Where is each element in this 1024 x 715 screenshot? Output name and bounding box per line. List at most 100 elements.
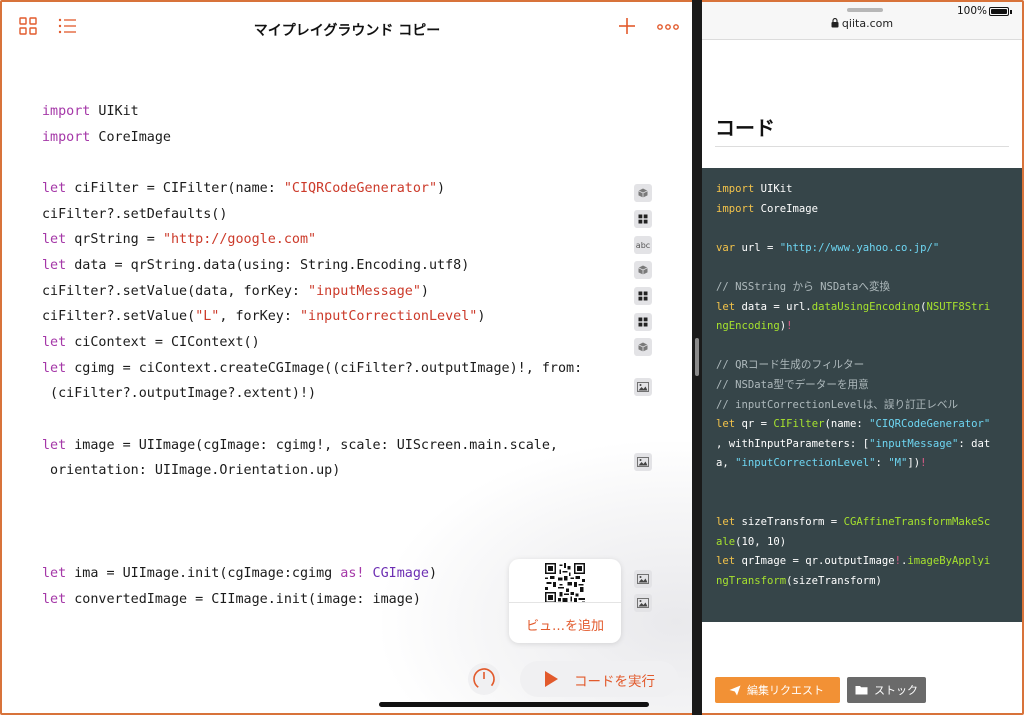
window-grabber[interactable] <box>847 8 883 12</box>
code-token: CoreImage <box>90 130 171 145</box>
snippet-token: var <box>716 241 736 254</box>
code-token: ) <box>437 181 446 196</box>
code-token: let <box>42 361 67 376</box>
split-view-handle[interactable] <box>695 338 699 376</box>
image-result-icon[interactable] <box>634 594 652 612</box>
code-token: as! <box>340 566 365 581</box>
image-result-icon[interactable] <box>634 378 652 396</box>
more-icon[interactable] <box>656 16 680 38</box>
code-token: let <box>42 258 67 273</box>
code-token: import <box>42 130 91 145</box>
code-line[interactable]: let ciFilter = CIFilter(name: "CIQRCodeG… <box>42 179 445 199</box>
snippet-line: , withInputParameters: ["inputMessage": … <box>716 435 990 454</box>
code-line[interactable]: let image = UIImage(cgImage: cgimg!, sca… <box>42 436 558 456</box>
snippet-line: // NSString から NSDataへ変換 <box>716 278 890 297</box>
snippet-token: "http://www.yahoo.co.jp/" <box>779 241 940 254</box>
code-line[interactable]: let convertedImage = CIImage.init(image:… <box>42 590 421 610</box>
article-code-block[interactable]: import UIKit import CoreImage var url = "h… <box>702 168 1022 622</box>
code-token: let <box>42 335 67 350</box>
add-view-button[interactable]: ビュ…を追加 <box>509 615 621 634</box>
code-token: image = UIImage(cgImage: cgimg!, scale: … <box>66 438 558 453</box>
snippet-token: "CIQRCodeGenerator" <box>869 418 991 431</box>
home-indicator <box>379 702 649 707</box>
snippet-token: // inputCorrectionLevelは、誤り訂正レベル <box>716 398 959 411</box>
snippet-line: var url = "http://www.yahoo.co.jp/" <box>716 239 939 258</box>
snippet-token: import <box>716 183 755 195</box>
run-code-button[interactable]: コードを実行 <box>520 661 678 697</box>
plus-icon[interactable] <box>617 16 639 38</box>
snippet-token: // NSData型でデーターを用意 <box>716 379 869 391</box>
snippet-token: (name: <box>824 418 870 431</box>
code-line[interactable]: orientation: UIImage.Orientation.up) <box>42 461 340 481</box>
snippet-token: (10, 10) <box>735 535 787 548</box>
section-heading: コード <box>715 116 775 140</box>
cube-icon[interactable] <box>634 184 652 202</box>
snippet-token: (sizeTransform) <box>786 575 882 587</box>
speed-gauge-button[interactable] <box>468 663 500 695</box>
view-popover[interactable]: ビュ…を追加 <box>509 559 621 643</box>
code-line[interactable]: import CoreImage <box>42 128 171 148</box>
code-token: ciFilter?.setValue( <box>42 309 196 324</box>
snippet-token: CoreImage <box>754 202 819 215</box>
grid-result-icon[interactable] <box>634 210 652 228</box>
snippet-token: let <box>716 555 736 568</box>
text-result-icon[interactable]: abc <box>634 236 652 254</box>
code-token: ) <box>477 309 486 324</box>
code-line[interactable]: let ima = UIImage.init(cgImage:cgimg as!… <box>42 564 437 584</box>
playground-pane: マイプレイグラウンド コピー import UIKit import CoreIm… <box>2 2 692 713</box>
play-icon <box>545 671 558 687</box>
edit-request-button[interactable]: 編集リクエスト <box>715 677 840 703</box>
address-bar[interactable]: qiita.com <box>702 17 1022 30</box>
stock-button[interactable]: ストック <box>847 677 926 703</box>
grid-result-icon[interactable] <box>634 313 652 331</box>
code-line[interactable]: let cgimg = ciContext.createCGImage((ciF… <box>42 359 582 379</box>
snippet-token: NSUTF8Stri <box>926 300 991 313</box>
snippet-line: ale(10, 10) <box>716 533 786 552</box>
code-token: ciFilter?.setDefaults() <box>42 207 228 222</box>
code-line[interactable]: let ciContext = CIContext() <box>42 333 260 353</box>
code-token: "inputMessage" <box>308 284 421 299</box>
code-line[interactable]: let data = qrString.data(using: String.E… <box>42 256 469 276</box>
snippet-token: ! <box>920 457 927 470</box>
browser-pane: qiita.com 100% コード import UIKit import Co… <box>702 2 1022 713</box>
snippet-token: // QRコード生成のフィルター <box>716 359 865 372</box>
snippet-line: ngTransform(sizeTransform) <box>716 572 882 591</box>
snippet-line: let data = url.dataUsingEncoding(NSUTF8S… <box>716 298 990 317</box>
snippet-token: "inputCorrectionLevel" <box>735 457 876 470</box>
cube-icon[interactable] <box>634 338 652 356</box>
snippet-token: dataUsingEncoding <box>811 300 921 313</box>
code-token: data = qrString.data(using: String.Encod… <box>66 258 470 273</box>
image-result-icon[interactable] <box>634 453 652 471</box>
qr-code-preview <box>545 563 585 603</box>
code-line[interactable]: ciFilter?.setValue("L", forKey: "inputCo… <box>42 307 485 327</box>
code-line[interactable]: ciFilter?.setDefaults() <box>42 205 227 225</box>
snippet-line: // NSData型でデーターを用意 <box>716 376 869 395</box>
cube-icon[interactable] <box>634 261 652 279</box>
snippet-token: "M" <box>888 457 908 470</box>
image-result-icon[interactable] <box>634 570 652 588</box>
snippet-token: let <box>716 300 736 313</box>
code-token: (ciFilter?.outputImage?.extent)!) <box>42 386 317 401</box>
snippet-token: url = <box>735 241 780 254</box>
code-token: let <box>42 592 67 607</box>
snippet-line: a, "inputCorrectionLevel": "M"])! <box>716 454 927 473</box>
snippet-token: a, <box>716 457 736 470</box>
snippet-token: // NSString から NSDataへ変換 <box>716 281 891 293</box>
popover-divider <box>509 602 621 603</box>
code-token: "CIQRCodeGenerator" <box>283 181 438 196</box>
stock-label: ストック <box>874 684 918 697</box>
code-token: UIKit <box>90 104 139 119</box>
battery-icon <box>989 7 1009 16</box>
grid-result-icon[interactable] <box>634 287 652 305</box>
code-line[interactable]: (ciFilter?.outputImage?.extent)!) <box>42 384 316 404</box>
code-line[interactable]: let qrString = "http://google.com" <box>42 230 316 250</box>
snippet-token: CGAffineTransformMakeSc <box>843 516 991 529</box>
code-line[interactable]: ciFilter?.setValue(data, forKey: "inputM… <box>42 282 429 302</box>
code-token: ) <box>428 566 438 581</box>
battery-cap <box>1010 10 1012 14</box>
code-line[interactable]: import UIKit <box>42 102 139 122</box>
playground-toolbar: マイプレイグラウンド コピー <box>2 2 692 56</box>
snippet-line: // QRコード生成のフィルター <box>716 356 864 375</box>
battery-percent: 100% <box>957 5 988 17</box>
